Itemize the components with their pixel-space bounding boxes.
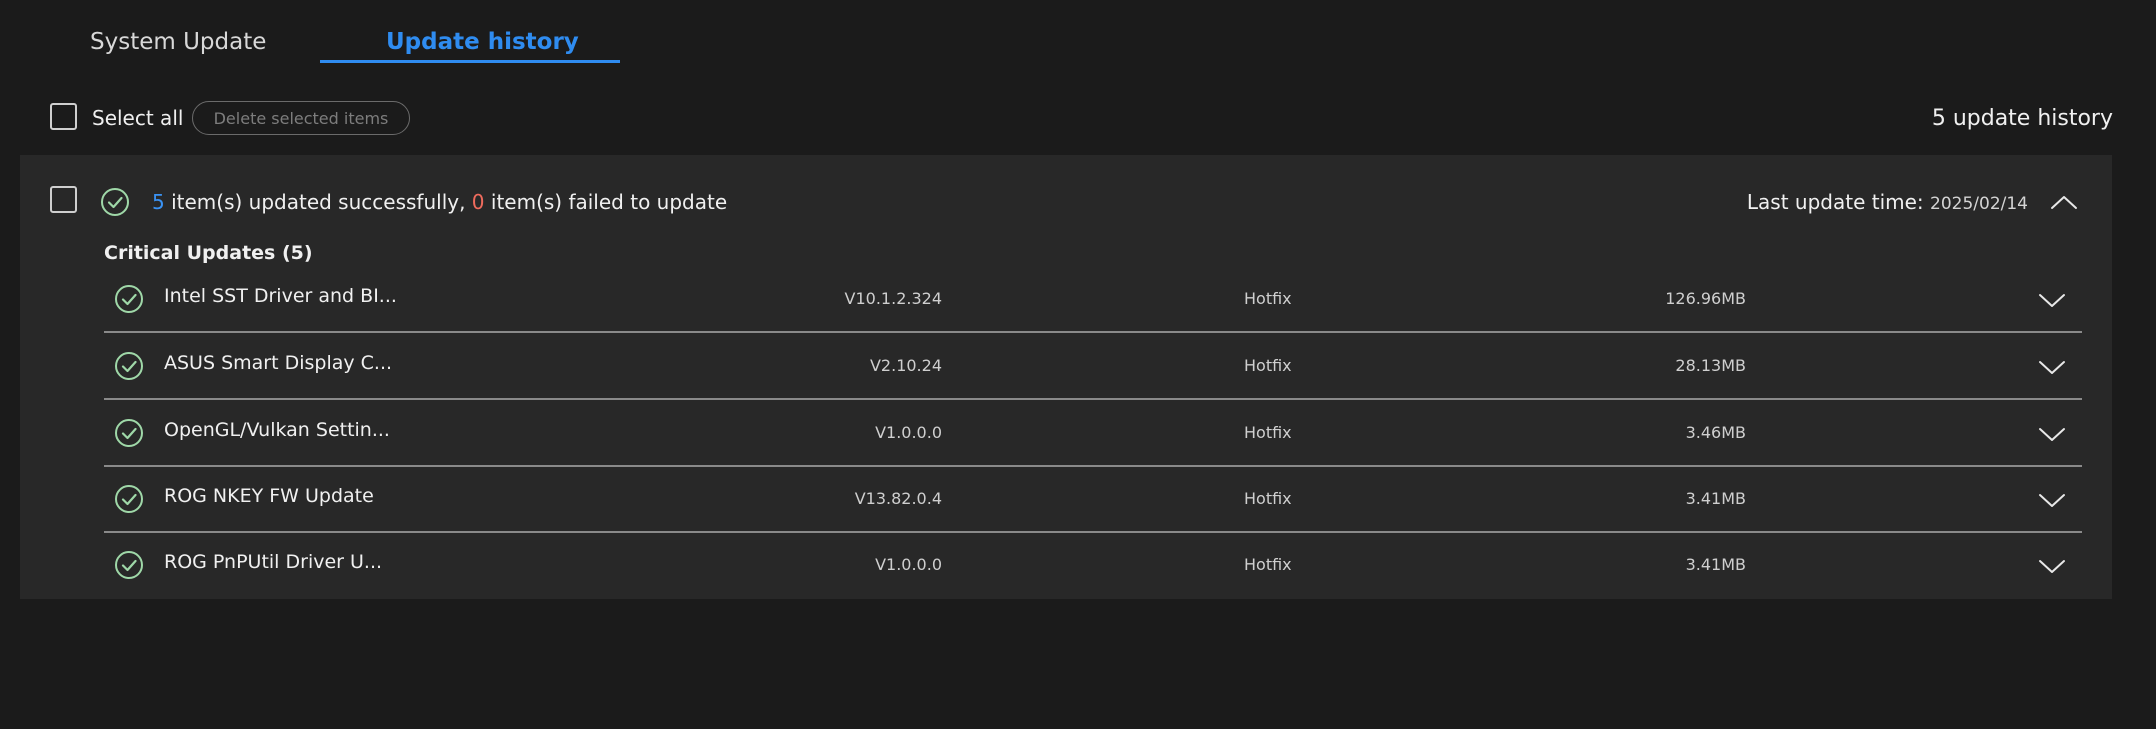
select-all-label[interactable]: Select all [92, 102, 183, 134]
select-all-checkbox[interactable] [50, 103, 77, 130]
update-type: Hotfix [1244, 489, 1292, 508]
update-row[interactable]: Intel SST Driver and BI... V10.1.2.324 H… [104, 267, 2082, 333]
tab-update-history[interactable]: Update history [386, 24, 579, 60]
chevron-down-icon[interactable] [2036, 553, 2068, 579]
update-name: ROG PnPUtil Driver U... [164, 551, 383, 573]
update-name: ROG NKEY FW Update [164, 485, 374, 507]
update-type: Hotfix [1244, 356, 1292, 375]
update-type: Hotfix [1244, 555, 1292, 574]
update-size: 126.96MB [1665, 289, 1746, 308]
chevron-down-icon[interactable] [2036, 287, 2068, 313]
update-row[interactable]: OpenGL/Vulkan Settin... V1.0.0.0 Hotfix … [104, 401, 2082, 467]
update-version: V1.0.0.0 [875, 555, 942, 574]
fail-count: 0 [471, 190, 485, 214]
success-text: item(s) updated successfully, [164, 190, 472, 214]
update-size: 28.13MB [1675, 356, 1746, 375]
update-name: ASUS Smart Display C... [164, 352, 393, 374]
delete-selected-button[interactable]: Delete selected items [192, 101, 410, 135]
history-count: 5 update history [1931, 106, 2113, 131]
chevron-down-icon[interactable] [2036, 354, 2068, 380]
update-row[interactable]: ROG NKEY FW Update V13.82.0.4 Hotfix 3.4… [104, 467, 2082, 533]
chevron-down-icon[interactable] [2036, 421, 2068, 447]
success-count: 5 [152, 190, 165, 214]
update-version: V13.82.0.4 [854, 489, 942, 508]
update-version: V10.1.2.324 [844, 289, 942, 308]
group-title: Critical Updates (5) [104, 242, 313, 264]
history-entry-checkbox[interactable] [50, 186, 77, 213]
last-update-label: Last update time: [1746, 190, 1931, 214]
check-circle-icon [115, 285, 143, 313]
fail-text: item(s) failed to update [484, 190, 728, 214]
update-size: 3.41MB [1685, 489, 1746, 508]
update-row[interactable]: ASUS Smart Display C... V2.10.24 Hotfix … [104, 334, 2082, 400]
check-circle-icon [115, 485, 143, 513]
check-circle-icon [115, 551, 143, 579]
active-tab-indicator [320, 60, 620, 63]
update-type: Hotfix [1244, 423, 1292, 442]
last-update-date: 2025/02/14 [1930, 194, 2028, 214]
tab-system-update[interactable]: System Update [90, 24, 266, 60]
update-name: OpenGL/Vulkan Settin... [164, 419, 390, 441]
update-row[interactable]: ROG PnPUtil Driver U... V1.0.0.0 Hotfix … [104, 533, 2082, 599]
update-size: 3.41MB [1685, 555, 1746, 574]
update-summary: 5 item(s) updated successfully, 0 item(s… [152, 186, 727, 218]
check-circle-icon [101, 188, 129, 216]
update-type: Hotfix [1244, 289, 1292, 308]
check-circle-icon [115, 419, 143, 447]
last-update-time: Last update time: 2025/02/14 [1747, 186, 2028, 220]
update-version: V2.10.24 [869, 356, 942, 375]
check-circle-icon [115, 352, 143, 380]
update-name: Intel SST Driver and BI... [164, 285, 397, 307]
update-version: V1.0.0.0 [875, 423, 942, 442]
chevron-down-icon[interactable] [2036, 487, 2068, 513]
update-size: 3.46MB [1685, 423, 1746, 442]
chevron-up-icon[interactable] [2048, 189, 2080, 215]
